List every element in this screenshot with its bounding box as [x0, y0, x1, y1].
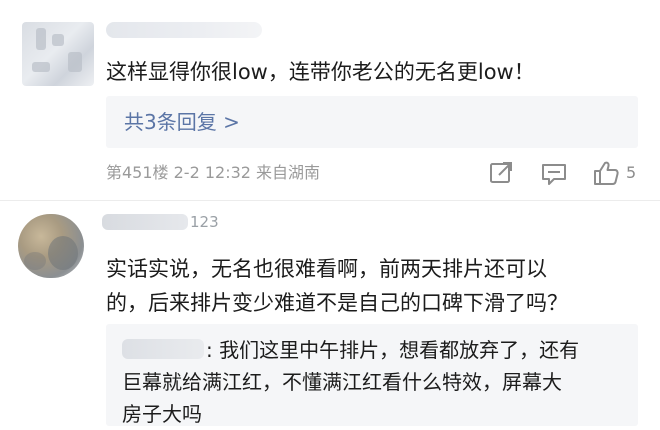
comment-text-line: 实话实说，无名也很难看啊，前两天排片还可以: [106, 257, 547, 281]
comment-meta: 第451楼 2-2 12:32 来自湖南: [106, 163, 321, 182]
comment-text: 实话实说，无名也很难看啊，前两天排片还可以 的，后来排片变少难道不是自己的口碑下…: [106, 252, 568, 320]
reply-text-line: : 我们这里中午排片，想看都放弃了，还有: [206, 338, 580, 362]
comment-icon[interactable]: [540, 161, 568, 187]
reply-box[interactable]: : 我们这里中午排片，想看都放弃了，还有 巨幕就给满江红，不懂满江红看什么特效，…: [106, 324, 638, 426]
username-suffix[interactable]: 123: [190, 212, 219, 232]
divider: [0, 200, 660, 201]
comment-text: 这样显得你很low，连带你老公的无名更low！: [106, 60, 535, 84]
username-blurred[interactable]: [102, 214, 188, 230]
avatar[interactable]: [22, 22, 94, 86]
reply-summary-box[interactable]: 共3条回复 >: [106, 96, 638, 148]
avatar[interactable]: [18, 214, 84, 278]
reply-text-line: 巨幕就给满江红，不懂满江红看什么特效，屏幕大: [122, 370, 562, 394]
username-blurred[interactable]: [106, 22, 262, 38]
reply-text-line: 房子大吗: [122, 402, 202, 426]
view-replies-link[interactable]: 共3条回复 >: [124, 109, 240, 135]
comment-text-line: 的，后来排片变少难道不是自己的口碑下滑了吗？: [106, 291, 568, 315]
reply-username-blurred[interactable]: [122, 339, 204, 359]
reply-text: : 我们这里中午排片，想看都放弃了，还有 巨幕就给满江红，不懂满江红看什么特效，…: [122, 334, 626, 430]
thumbs-up-icon[interactable]: [592, 159, 620, 187]
share-icon[interactable]: [488, 160, 514, 186]
like-count: 5: [626, 163, 637, 182]
